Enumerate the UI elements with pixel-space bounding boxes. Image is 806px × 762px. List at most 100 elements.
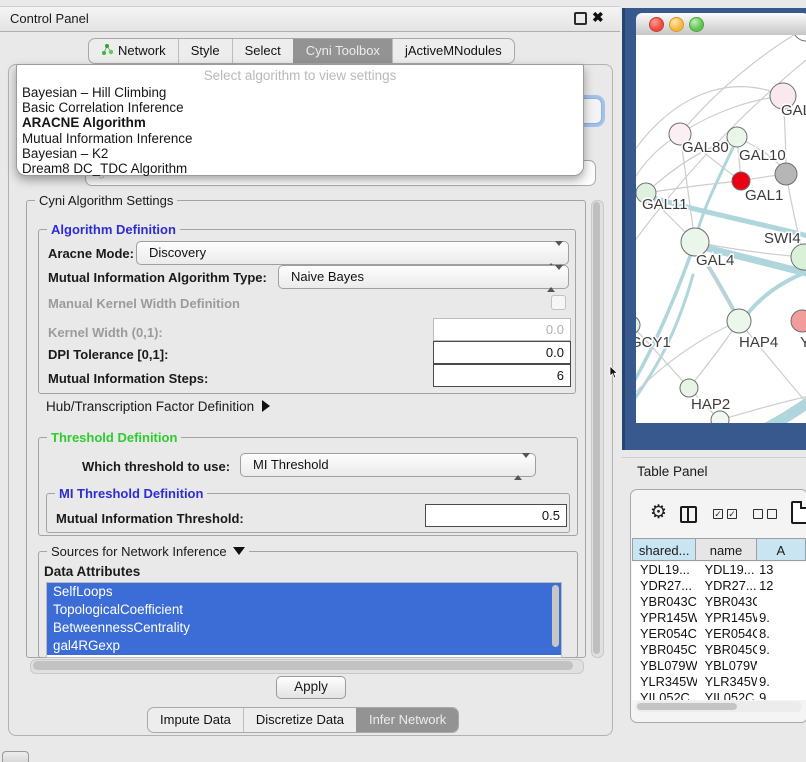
which-threshold-select[interactable]: MI Threshold — [240, 453, 536, 477]
tab-select[interactable]: Select — [232, 39, 293, 63]
attribute-item[interactable]: TopologicalCoefficient — [47, 601, 561, 619]
unchecked-columns-icon[interactable] — [767, 509, 777, 519]
algorithm-option[interactable]: Bayesian – Hill Climbing — [17, 85, 583, 100]
cyni-tab-impute-data[interactable]: Impute Data — [148, 708, 243, 732]
node-hap2[interactable] — [680, 379, 698, 397]
node-gal4-label: GAL4 — [696, 252, 734, 269]
mouse-cursor — [609, 366, 619, 380]
algorithm-option[interactable]: Bayesian – K2 — [17, 146, 583, 161]
column-header-a[interactable]: A — [757, 538, 806, 561]
table-row[interactable]: YER054CYER054C8. — [632, 626, 806, 642]
attribute-item[interactable]: BetweennessCentrality — [47, 619, 561, 637]
expand-right-icon[interactable] — [262, 400, 270, 412]
node-gal10[interactable] — [727, 127, 747, 147]
network-edge[interactable] — [646, 181, 741, 193]
table-row[interactable]: YBR043CYBR043C — [632, 594, 806, 610]
table-row[interactable]: YPR145WYPR145W9. — [632, 610, 806, 626]
table-row[interactable]: YBR045CYBR045C9. — [632, 642, 806, 658]
mi-steps-field[interactable]: 6 — [433, 364, 571, 387]
algorithm-dropdown: Select algorithm to view settings Bayesi… — [16, 64, 584, 176]
hub-definition-toggle[interactable]: Hub/Transcription Factor Definition — [46, 399, 270, 414]
network-edge[interactable] — [689, 321, 739, 388]
kernel-width-field[interactable]: 0.0 — [433, 318, 571, 341]
algorithm-option[interactable]: Mutual Information Inference — [17, 131, 583, 146]
node-salmon[interactable] — [791, 310, 806, 332]
dpi-tolerance-field[interactable]: 0.0 — [433, 341, 571, 364]
data-attributes-list[interactable]: SelfLoopsTopologicalCoefficientBetweenne… — [46, 582, 562, 658]
app-screen: Control Panel ✖ NetworkStyleSelectCyni T… — [0, 0, 806, 762]
node-partial-top[interactable] — [793, 35, 806, 41]
dpi-tolerance-label: DPI Tolerance [0,1]: — [48, 347, 168, 362]
apply-button[interactable]: Apply — [276, 676, 346, 699]
scrollbar-thumb[interactable] — [637, 703, 737, 710]
settings-vertical-scrollbar[interactable] — [591, 200, 604, 658]
settings-horizontal-scrollbar[interactable] — [30, 659, 584, 674]
attribute-item[interactable]: gal4RGexp — [47, 637, 561, 655]
table-cell: YDL19... — [697, 562, 758, 578]
table-row[interactable]: YDL19...YDL19...13 — [632, 562, 806, 578]
algorithm-option[interactable]: Basic Correlation Inference — [17, 100, 583, 115]
table-cell: YBL079W — [632, 658, 697, 674]
column-header-name[interactable]: name — [696, 538, 756, 561]
algorithm-option[interactable]: ARACNE Algorithm — [17, 115, 583, 130]
node-hap4[interactable] — [727, 309, 751, 333]
tab-jactivemnodules[interactable]: jActiveMNodules — [392, 39, 514, 63]
mi-threshold-field[interactable]: 0.5 — [425, 504, 567, 527]
scrollbar-thumb[interactable] — [33, 661, 573, 670]
gear-icon[interactable]: ⚙ — [650, 501, 667, 524]
unchecked-columns-icon[interactable] — [753, 509, 763, 519]
network-window-titlebar[interactable] — [636, 13, 806, 36]
tab-cyni-toolbox[interactable]: Cyni Toolbox — [293, 39, 392, 63]
mac-close-button[interactable] — [649, 17, 664, 32]
algorithm-option[interactable]: Dream8 DC_TDC Algorithm — [17, 161, 583, 176]
close-icon[interactable]: ✖ — [592, 9, 604, 26]
table-row[interactable]: YLR345WYLR345W9. — [632, 674, 806, 690]
node-swi4[interactable] — [791, 244, 806, 270]
list-scrollbar[interactable] — [552, 585, 559, 647]
tab-style[interactable]: Style — [178, 39, 232, 63]
mac-minimize-button[interactable] — [669, 17, 684, 32]
hub-definition-label: Hub/Transcription Factor Definition — [46, 399, 254, 414]
mi-type-select[interactable]: Naive Bayes — [278, 265, 569, 289]
tab-network[interactable]: Network — [89, 39, 178, 63]
table-row[interactable]: YDR27...YDR27...12 — [632, 578, 806, 594]
network-edge-strong[interactable] — [636, 248, 693, 392]
table-cell — [757, 594, 806, 610]
table-cell: YDL19... — [632, 562, 697, 578]
mi-threshold-label: Mutual Information Threshold: — [56, 511, 244, 526]
cyni-tab-infer-network[interactable]: Infer Network — [356, 708, 458, 732]
table-row[interactable]: YBL079WYBL079W — [632, 658, 806, 674]
table-row[interactable]: YIL052CYIL052C9 — [632, 690, 806, 700]
export-table-icon[interactable] — [791, 501, 806, 524]
node-gal80-label: GAL80 — [682, 139, 729, 156]
checked-columns-icon[interactable]: ✓ — [727, 509, 737, 519]
column-header-shared-[interactable]: shared... — [632, 538, 696, 561]
node-gray[interactable] — [775, 163, 797, 185]
cyni-tab-discretize-data[interactable]: Discretize Data — [243, 708, 356, 732]
cyni-settings-group-title: Cyni Algorithm Settings — [35, 193, 177, 208]
node-gal1-label: GAL1 — [745, 187, 783, 204]
mac-zoom-button[interactable] — [689, 17, 704, 32]
checked-columns-icon[interactable]: ✓ — [713, 509, 723, 519]
table-cell: YBR045C — [697, 642, 758, 658]
attribute-item[interactable]: SelfLoops — [47, 583, 561, 601]
split-columns-icon[interactable] — [680, 506, 697, 523]
network-graph[interactable]: GALGAL80GAL10GAL1GAL11GAL4SWI4GCY1HAP4YH… — [636, 35, 806, 423]
table-horizontal-scrollbar[interactable] — [635, 701, 802, 712]
algorithm-dropdown-list: Bayesian – Hill ClimbingBasic Correlatio… — [17, 85, 583, 176]
sources-group-title[interactable]: Sources for Network Inference — [47, 544, 249, 559]
aracne-mode-select[interactable]: Discovery — [136, 241, 569, 265]
collapse-down-icon[interactable] — [233, 547, 245, 555]
network-edge-strong[interactable] — [749, 397, 806, 423]
table-cell: YPR145W — [632, 610, 697, 626]
network-canvas[interactable]: GALGAL80GAL10GAL1GAL11GAL4SWI4GCY1HAP4YH… — [636, 35, 806, 423]
cyni-tab-label: Impute Data — [160, 712, 231, 727]
float-window-icon[interactable] — [574, 12, 587, 25]
table-cell: YIL052C — [697, 690, 758, 700]
partial-widget[interactable] — [2, 751, 29, 762]
manual-kernel-checkbox[interactable] — [551, 295, 566, 310]
node-gcy1[interactable] — [636, 316, 640, 334]
kernel-width-label: Kernel Width (0,1): — [48, 325, 163, 340]
node-swi4-label: SWI4 — [764, 230, 801, 247]
scrollbar-thumb[interactable] — [593, 202, 600, 654]
